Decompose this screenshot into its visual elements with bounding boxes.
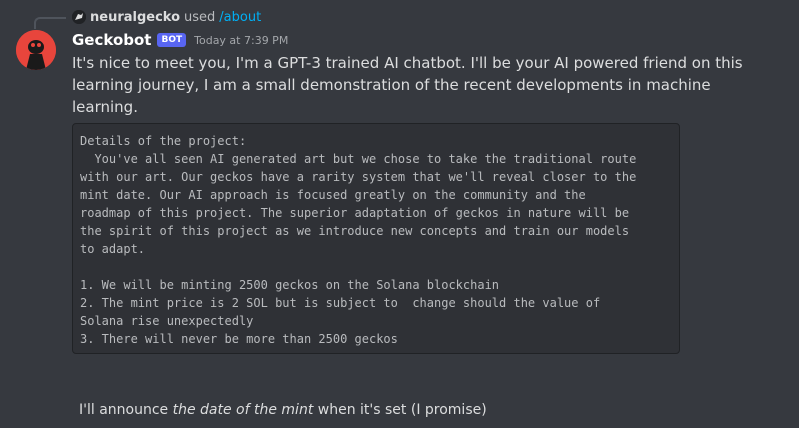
user-avatar-icon[interactable]: [72, 10, 86, 24]
message-footer: I'll announce the date of the mint when …: [79, 400, 487, 420]
footer-text-emphasis: the date of the mint: [172, 402, 314, 418]
author-name[interactable]: Geckobot: [72, 31, 151, 49]
footer-text-start: I'll announce: [79, 402, 173, 418]
reply-username[interactable]: neuralgecko: [90, 10, 180, 25]
message-timestamp: Today at 7:39 PM: [194, 33, 289, 47]
reply-command-link[interactable]: /about: [219, 10, 261, 25]
reply-used-text: used: [184, 9, 216, 25]
message-intro: It's nice to meet you, I'm a GPT-3 train…: [72, 54, 743, 116]
code-block-text: Details of the project: You've all seen …: [80, 134, 637, 346]
footer-text-end: when it's set (I promise): [313, 402, 487, 418]
bot-badge: BOT: [157, 33, 187, 47]
bot-avatar-icon[interactable]: [16, 30, 56, 70]
command-reply[interactable]: neuralgecko used /about: [72, 8, 261, 26]
message-header: Geckobot BOT Today at 7:39 PM: [72, 30, 288, 50]
chat-message: neuralgecko used /about Geckobot BOT Tod…: [0, 0, 799, 428]
code-block: Details of the project: You've all seen …: [72, 123, 680, 354]
reply-connector: [34, 17, 66, 29]
